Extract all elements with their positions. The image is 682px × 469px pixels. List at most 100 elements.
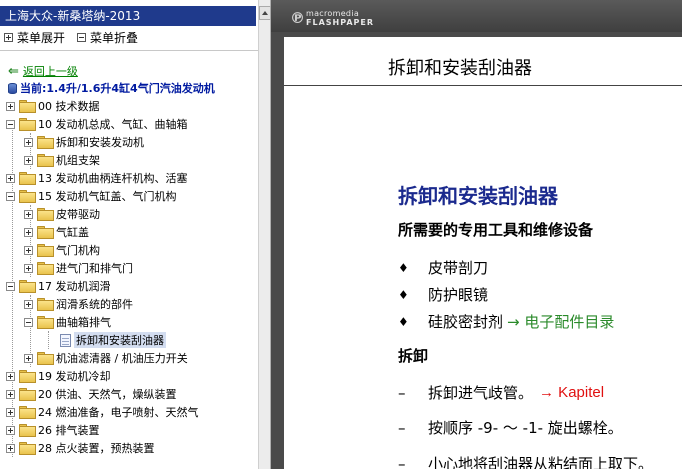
- document-page: 拆卸和安装刮油器 拆卸和安装刮油器 所需要的专用工具和维修设备 ♦ 皮带剖刀 ♦…: [284, 37, 682, 469]
- document-heading: 拆卸和安装刮油器: [398, 184, 558, 208]
- tree-item-label: 气缸盖: [56, 226, 89, 239]
- folder-icon: [37, 352, 54, 365]
- tree-item-engine-mount[interactable]: 机组支架: [0, 151, 258, 169]
- vehicle-title: 上海大众-新桑塔纳-2013: [0, 6, 256, 26]
- back-link-label: 返回上一级: [22, 65, 78, 78]
- vertical-scrollbar[interactable]: [258, 0, 271, 469]
- bullet-icon: ♦: [398, 314, 409, 329]
- tree-view: 00 技术数据 10 发动机总成、气缸、曲轴箱 拆卸和安装发动机 机组支架 13…: [0, 97, 258, 457]
- flashpaper-toolbar: ℗ macromedia FLASHPAPER: [271, 0, 682, 32]
- expand-toggle-icon[interactable]: [24, 209, 33, 219]
- tree-item-valves[interactable]: 进气门和排气门: [0, 259, 258, 277]
- folder-icon: [19, 388, 36, 401]
- expand-toggle-icon[interactable]: [24, 263, 33, 273]
- tool-text: 硅胶密封剂: [428, 313, 504, 331]
- collapse-icon: [77, 33, 87, 42]
- folder-icon: [19, 424, 36, 437]
- folder-icon: [37, 262, 54, 275]
- header-rule: [284, 85, 682, 86]
- collapse-toggle-icon[interactable]: [6, 281, 15, 291]
- divider: [0, 50, 258, 51]
- expand-toggle-icon[interactable]: [24, 155, 33, 165]
- tool-text: 防护眼镜: [428, 286, 489, 304]
- step-item: – 按顺序 -9- ～ -1- 旋出螺栓。: [398, 417, 623, 438]
- tree-item-20[interactable]: 20 供油、天然气，燥纵装置: [0, 385, 258, 403]
- expand-toggle-icon[interactable]: [6, 389, 15, 399]
- expand-toggle-icon[interactable]: [6, 425, 15, 435]
- tree-item-label: 气门机构: [56, 244, 100, 257]
- expand-toggle-icon[interactable]: [24, 245, 33, 255]
- tree-item-label: 24 燃油准备，电子喷射、天然气: [38, 406, 199, 419]
- tree-item-label: 曲轴箱排气: [56, 316, 111, 329]
- expand-toggle-icon[interactable]: [24, 299, 33, 309]
- dash-marker: –: [398, 383, 406, 402]
- expand-toggle-icon[interactable]: [6, 173, 15, 183]
- expand-toggle-icon[interactable]: [24, 137, 33, 147]
- tree-item-17[interactable]: 17 发动机润滑: [0, 277, 258, 295]
- step-text: 按顺序 -9- ～ -1- 旋出螺栓。: [428, 419, 623, 437]
- collapse-toggle-icon[interactable]: [6, 191, 15, 201]
- brand-small: macromedia: [306, 9, 360, 18]
- parts-catalog-link[interactable]: → 电子配件目录: [507, 311, 614, 332]
- collapse-toggle-icon[interactable]: [24, 317, 33, 327]
- folder-icon: [19, 100, 36, 113]
- tree-item-10[interactable]: 10 发动机总成、气缸、曲轴箱: [0, 115, 258, 133]
- tree-item-15[interactable]: 15 发动机气缸盖、气门机构: [0, 187, 258, 205]
- tree-item-label: 进气门和排气门: [56, 262, 133, 275]
- page-header-title: 拆卸和安装刮油器: [388, 58, 532, 79]
- menu-controls: 菜单展开 菜单折叠: [4, 29, 138, 46]
- expand-toggle-icon[interactable]: [24, 353, 33, 363]
- tree-item-cylinder-head[interactable]: 气缸盖: [0, 223, 258, 241]
- database-icon: [8, 82, 17, 94]
- expand-toggle-icon[interactable]: [6, 407, 15, 417]
- collapse-toggle-icon[interactable]: [6, 119, 15, 129]
- folder-icon: [37, 244, 54, 257]
- current-location: 当前:1.4升/1.6升4缸4气门汽油发动机: [8, 80, 215, 96]
- tree-item-24[interactable]: 24 燃油准备，电子喷射、天然气: [0, 403, 258, 421]
- tree-item-lubrication-parts[interactable]: 润滑系统的部件: [0, 295, 258, 313]
- tree-item-label: 13 发动机曲柄连杆机构、活塞: [38, 172, 188, 185]
- tree-item-13[interactable]: 13 发动机曲柄连杆机构、活塞: [0, 169, 258, 187]
- folder-open-icon: [37, 316, 54, 329]
- document-viewer: ℗ macromedia FLASHPAPER 拆卸和安装刮油器 拆卸和安装刮油…: [271, 0, 682, 469]
- back-link[interactable]: ⇐ 返回上一级: [8, 63, 78, 79]
- step-item: – 小心地将刮油器从粘结面上取下。: [398, 453, 653, 469]
- tree-item-label: 润滑系统的部件: [56, 298, 133, 311]
- tree-item-crankcase-ventilation[interactable]: 曲轴箱排气: [0, 313, 258, 331]
- tree-item-engine-removal[interactable]: 拆卸和安装发动机: [0, 133, 258, 151]
- tree-item-valve-train[interactable]: 气门机构: [0, 241, 258, 259]
- expand-toggle-icon[interactable]: [24, 227, 33, 237]
- tree-item-label: 15 发动机气缸盖、气门机构: [38, 190, 177, 203]
- folder-icon: [19, 172, 36, 185]
- expand-menu-label: 菜单展开: [17, 31, 66, 45]
- tree-item-oil-deflector[interactable]: 拆卸和安装刮油器: [0, 331, 258, 349]
- folder-open-icon: [19, 280, 36, 293]
- tree-item-label-selected: 拆卸和安装刮油器: [74, 332, 166, 348]
- tree-item-00[interactable]: 00 技术数据: [0, 97, 258, 115]
- expand-menu-button[interactable]: 菜单展开: [4, 29, 65, 46]
- back-arrow-icon: ⇐: [8, 63, 19, 79]
- folder-icon: [37, 208, 54, 221]
- tree-item-26[interactable]: 26 排气装置: [0, 421, 258, 439]
- tree-item-19[interactable]: 19 发动机冷却: [0, 367, 258, 385]
- tree-item-label: 26 排气装置: [38, 424, 100, 437]
- collapse-menu-button[interactable]: 菜单折叠: [77, 29, 138, 46]
- tree-item-belt-drive[interactable]: 皮带驱动: [0, 205, 258, 223]
- bullet-icon: ♦: [398, 287, 409, 302]
- tool-item: ♦ 皮带剖刀: [398, 257, 488, 278]
- tree-item-28[interactable]: 28 点火装置，预热装置: [0, 439, 258, 457]
- bullet-icon: ♦: [398, 260, 409, 275]
- tree-item-label: 机油滤清器 / 机油压力开关: [56, 352, 188, 365]
- tree-item-oil-filter[interactable]: 机油滤清器 / 机油压力开关: [0, 349, 258, 367]
- scroll-up-arrow-icon[interactable]: [259, 6, 271, 20]
- expand-toggle-icon[interactable]: [6, 101, 15, 111]
- tree-item-label: 10 发动机总成、气缸、曲轴箱: [38, 118, 188, 131]
- expand-toggle-icon[interactable]: [6, 371, 15, 381]
- navigation-pane: 上海大众-新桑塔纳-2013 菜单展开 菜单折叠 ⇐ 返回上一级 当前:1.4升…: [0, 0, 258, 469]
- kapitel-link[interactable]: → Kapitel: [539, 384, 604, 401]
- tool-item: ♦ 硅胶密封剂 → 电子配件目录: [398, 311, 614, 332]
- folder-icon: [37, 298, 54, 311]
- dash-marker: –: [398, 454, 406, 469]
- expand-toggle-icon[interactable]: [6, 443, 15, 453]
- folder-icon: [37, 136, 54, 149]
